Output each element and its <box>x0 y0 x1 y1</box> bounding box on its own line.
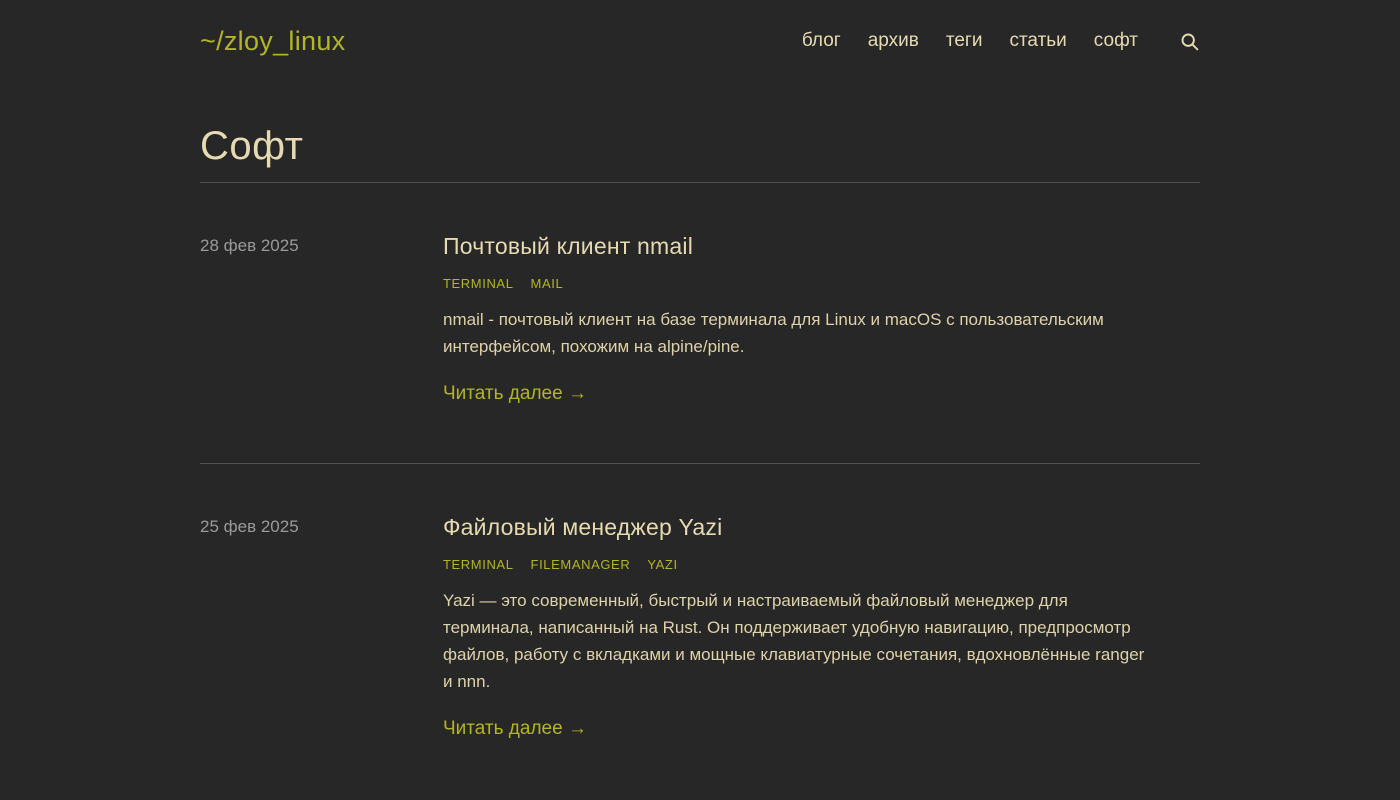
tag-yazi[interactable]: YAZI <box>647 557 677 572</box>
site-header: ~/zloy_linux блог архив теги статьи софт <box>200 0 1200 62</box>
post-item-yazi: 25 фев 2025 Файловый менеджер Yazi TERMI… <box>200 464 1200 798</box>
tag-terminal[interactable]: TERMINAL <box>443 276 514 291</box>
post-tags: TERMINAL MAIL <box>443 276 1200 291</box>
post-item-nmail: 28 фев 2025 Почтовый клиент nmail TERMIN… <box>200 183 1200 464</box>
nav-item-articles[interactable]: статьи <box>1009 30 1066 52</box>
post-title-link[interactable]: Почтовый клиент nmail <box>443 233 693 259</box>
post-excerpt: nmail - почтовый клиент на базе терминал… <box>443 306 1155 360</box>
search-icon <box>1179 31 1200 52</box>
search-button[interactable] <box>1179 31 1200 52</box>
tag-filemanager[interactable]: FILEMANAGER <box>531 557 631 572</box>
nav-item-blog[interactable]: блог <box>802 30 841 52</box>
read-more-link[interactable]: Читать далее → <box>443 718 587 740</box>
post-title: Почтовый клиент nmail <box>443 233 1200 260</box>
post-date: 25 фев 2025 <box>200 514 443 740</box>
post-date: 28 фев 2025 <box>200 233 443 405</box>
nav-item-archive[interactable]: архив <box>868 30 919 52</box>
post-body: Файловый менеджер Yazi TERMINAL FILEMANA… <box>443 514 1200 740</box>
site-title-link[interactable]: ~/zloy_linux <box>200 26 345 57</box>
nav-item-tags[interactable]: теги <box>946 30 983 52</box>
tag-terminal[interactable]: TERMINAL <box>443 557 514 572</box>
page-container: ~/zloy_linux блог архив теги статьи софт… <box>200 0 1200 798</box>
post-body: Почтовый клиент nmail TERMINAL MAIL nmai… <box>443 233 1200 405</box>
main-nav: блог архив теги статьи софт <box>802 30 1200 52</box>
read-more-link[interactable]: Читать далее → <box>443 383 587 405</box>
nav-item-soft[interactable]: софт <box>1094 30 1138 52</box>
post-title: Файловый менеджер Yazi <box>443 514 1200 541</box>
tag-mail[interactable]: MAIL <box>531 276 564 291</box>
post-excerpt: Yazi — это современный, быстрый и настра… <box>443 587 1155 695</box>
page-title: Софт <box>200 124 1200 169</box>
post-tags: TERMINAL FILEMANAGER YAZI <box>443 557 1200 572</box>
post-title-link[interactable]: Файловый менеджер Yazi <box>443 514 722 540</box>
